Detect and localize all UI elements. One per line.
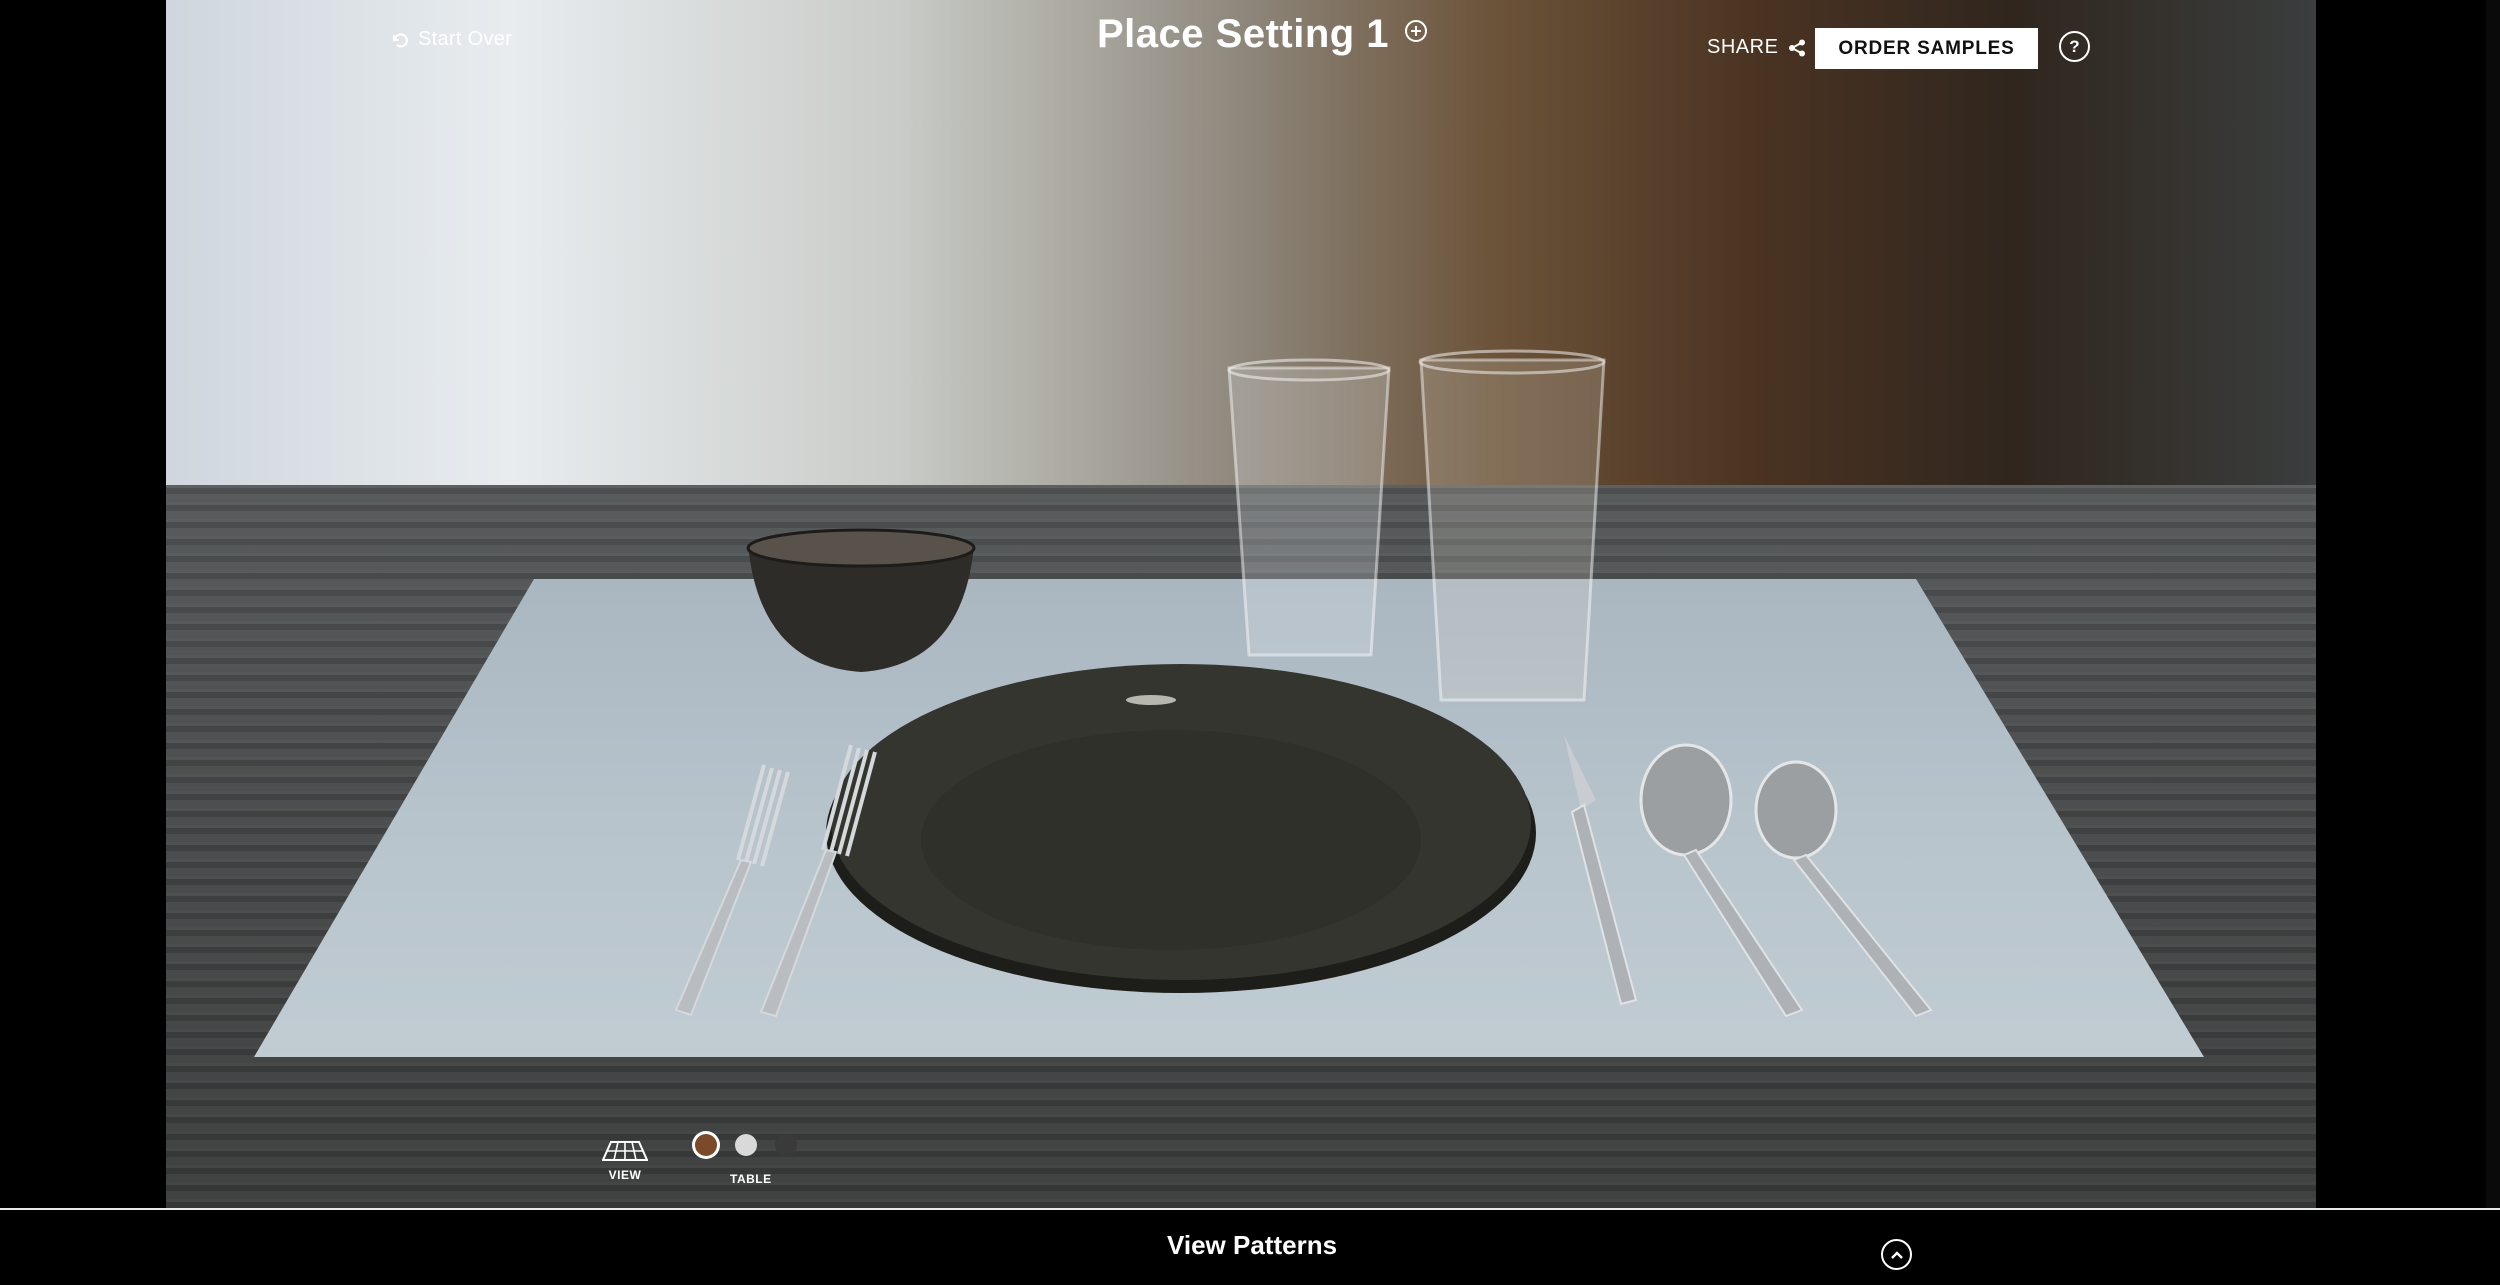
table-swatch-light[interactable] bbox=[735, 1134, 757, 1156]
chevron-up-icon bbox=[1890, 1250, 1903, 1259]
water-glass-right bbox=[1418, 349, 1606, 702]
view-patterns-button[interactable]: View Patterns bbox=[1167, 1230, 1337, 1261]
table-swatch-wood[interactable] bbox=[695, 1134, 717, 1156]
table-swatch-dark[interactable] bbox=[775, 1134, 797, 1156]
knife bbox=[1564, 735, 1638, 1006]
view-label: VIEW bbox=[608, 1168, 642, 1182]
table-swatches bbox=[695, 1134, 797, 1156]
share-icon bbox=[1789, 39, 1806, 56]
scrollbar[interactable] bbox=[2486, 0, 2500, 1208]
plus-circle-icon[interactable] bbox=[1405, 19, 1428, 42]
bowl bbox=[746, 528, 976, 672]
fork-outer bbox=[674, 764, 790, 1017]
undo-icon bbox=[392, 32, 408, 47]
share-button[interactable]: SHARE bbox=[1707, 36, 1806, 59]
place-setting-scene bbox=[674, 349, 1933, 1018]
share-label: SHARE bbox=[1707, 36, 1779, 58]
view-control[interactable]: VIEW bbox=[597, 1140, 653, 1182]
spoon-right bbox=[1754, 760, 1933, 1018]
page-title: Place Setting 1 bbox=[1097, 12, 1390, 56]
help-icon[interactable]: ? bbox=[2059, 31, 2090, 62]
title-group: Place Setting 1 bbox=[1097, 12, 1428, 57]
dinner-plate bbox=[826, 664, 1536, 993]
water-glass-left bbox=[1227, 358, 1391, 657]
table-perspective-icon bbox=[602, 1141, 648, 1161]
scene-viewport[interactable] bbox=[166, 0, 2316, 1208]
expand-patterns-button[interactable] bbox=[1881, 1239, 1912, 1270]
table-label: TABLE bbox=[730, 1172, 772, 1186]
order-samples-button[interactable]: ORDER SAMPLES bbox=[1815, 28, 2038, 69]
start-over-label: Start Over bbox=[418, 28, 513, 50]
start-over-button[interactable]: Start Over bbox=[390, 28, 512, 51]
